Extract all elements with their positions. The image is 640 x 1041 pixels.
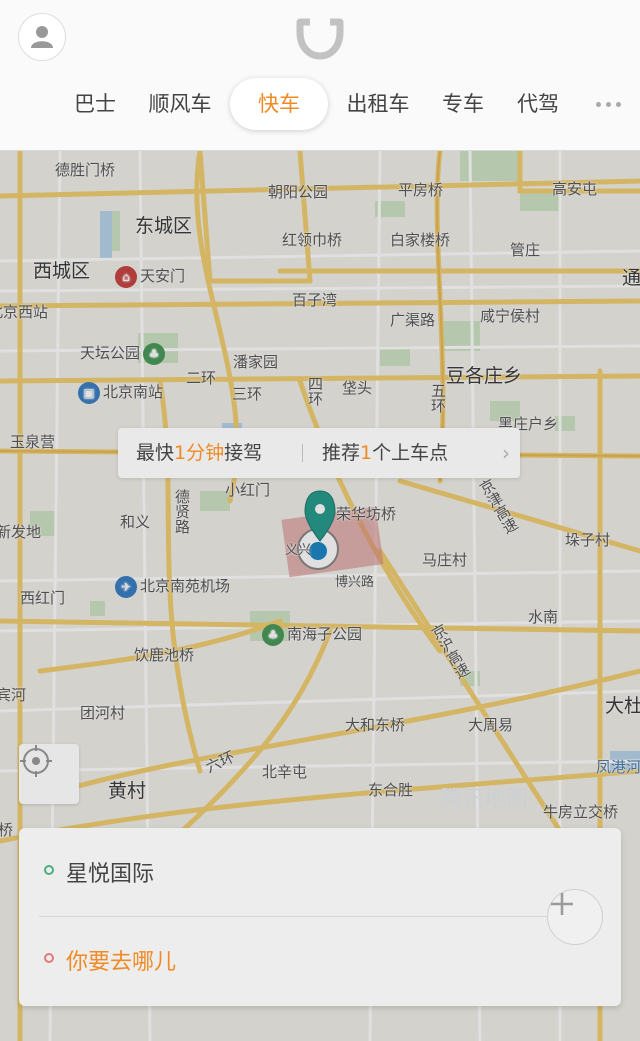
map-label: ✈ 北京南苑机场 (115, 575, 230, 598)
map-label: 西城区 (33, 260, 91, 282)
map-label: 四环 (306, 376, 324, 406)
map-label: ▣ 北京南站 (78, 381, 163, 404)
avatar-button[interactable] (18, 13, 66, 61)
map-label: 德贤路 (173, 489, 191, 534)
map-label: 垡头 (342, 379, 373, 397)
map-label: 五环 (429, 383, 447, 413)
map-label: 西红门 (20, 589, 66, 607)
banner-divider (302, 444, 303, 462)
park-icon: ♣ (262, 623, 284, 646)
map-label: 百子湾 (292, 291, 338, 309)
locate-crosshair-icon (20, 745, 52, 777)
map-label: 二环 (186, 369, 217, 387)
tab-taxi[interactable]: 出租车 (344, 78, 412, 130)
map-label: 凤港河 (596, 758, 640, 776)
plus-icon (551, 893, 573, 915)
map-label: 白家楼桥 (390, 231, 451, 249)
service-tabs: 巴士 顺风车 快车 出租车 专车 代驾 (0, 78, 640, 130)
map-watermark: 腾讯地图 (440, 787, 529, 812)
map-label: 管庄 (510, 241, 541, 259)
fastest-value: 1分钟 (174, 442, 225, 464)
map-label: 饮鹿池桥 (134, 646, 195, 664)
didi-logo-icon (296, 18, 344, 60)
map-label: 北辛屯 (262, 763, 308, 781)
map-label: 高安屯 (552, 180, 598, 198)
user-icon (31, 26, 53, 48)
map-label: 新发地 (0, 523, 42, 541)
map-label: 和义 (120, 513, 151, 531)
tab-designated-driver[interactable]: 代驾 (515, 78, 561, 130)
map-label: ♣ 南海子公园 (262, 623, 362, 646)
add-stop-button[interactable] (547, 889, 603, 945)
map-label: 平房桥 (398, 181, 444, 199)
tab-bus[interactable]: 巴士 (72, 78, 118, 130)
landmark-icon: ⌂ (115, 265, 137, 288)
map-label: 朝阳公园 (268, 183, 329, 201)
locate-button[interactable] (19, 744, 79, 804)
origin-address[interactable]: 星悦国际 (66, 856, 154, 888)
map-label: 东合胜 (368, 781, 414, 799)
more-dots-icon[interactable] (596, 102, 621, 107)
destination-dot-icon (44, 953, 54, 963)
map-label: 宾河 (0, 686, 27, 704)
tab-premier[interactable]: 专车 (440, 78, 486, 130)
destination-row[interactable]: 你要去哪儿 (19, 916, 621, 1004)
map-label: 东城区 (135, 215, 193, 237)
tab-express[interactable]: 快车 (230, 78, 328, 130)
map-label: ⌂ 天安门 (115, 265, 185, 288)
recommend-value: 1 (360, 442, 373, 464)
map-label: 咸宁侯村 (480, 307, 541, 325)
map-view[interactable]: 德胜门桥 朝阳公园 平房桥 高安屯 东城区 红领巾桥 白家楼桥 管庄 西城区 ⌂… (0, 151, 640, 1041)
map-label: 德胜门桥 (55, 161, 116, 179)
address-card: 星悦国际 你要去哪儿 (19, 828, 621, 1006)
park-icon: ♣ (143, 342, 166, 365)
origin-row[interactable]: 星悦国际 (19, 828, 621, 916)
recommend-suffix: 个上车点 (372, 442, 449, 464)
tab-hitch[interactable]: 顺风车 (146, 78, 214, 130)
map-label: 荣华坊桥 (336, 505, 397, 523)
map-label: 小红门 (225, 481, 271, 499)
map-label: 红领巾桥 (282, 231, 343, 249)
map-label: 豆各庄乡 (446, 365, 523, 387)
map-label: 三环 (232, 385, 263, 403)
map-label: 桥 (0, 821, 14, 839)
chevron-right-icon: › (502, 441, 510, 465)
map-label: 水南 (528, 608, 559, 626)
map-label: 义兴 (285, 543, 312, 558)
map-label: 牛房立交桥 (543, 803, 619, 821)
map-label: 博兴路 (335, 575, 375, 590)
destination-input[interactable]: 你要去哪儿 (66, 944, 176, 976)
map-label: 黄村 (108, 780, 147, 802)
map-label: 天坛公园 ♣ (80, 342, 168, 365)
train-station-icon: ▣ (78, 381, 100, 404)
map-label: 大杜 (605, 695, 640, 717)
map-label: 大和东桥 (345, 716, 406, 734)
map-label: 团河村 (80, 704, 126, 722)
map-label: 通 (622, 267, 640, 289)
map-label: 垛子村 (565, 531, 611, 549)
fastest-suffix: 接驾 (224, 442, 263, 464)
recommend-prefix: 推荐 (322, 442, 361, 464)
map-label: 北京西站 (0, 303, 49, 321)
airport-icon: ✈ (115, 575, 137, 598)
map-label: 广渠路 (390, 311, 436, 329)
map-label: 潘家园 (233, 353, 279, 371)
top-bar: 巴士 顺风车 快车 出租车 专车 代驾 (0, 0, 640, 151)
map-label: 大周易 (468, 716, 514, 734)
map-label: 马庄村 (422, 551, 468, 569)
map-label: 玉泉营 (10, 433, 56, 451)
pickup-info-banner[interactable]: 最快1分钟接驾 推荐1个上车点 › (118, 428, 520, 478)
origin-dot-icon (44, 865, 54, 875)
fastest-prefix: 最快 (136, 442, 175, 464)
